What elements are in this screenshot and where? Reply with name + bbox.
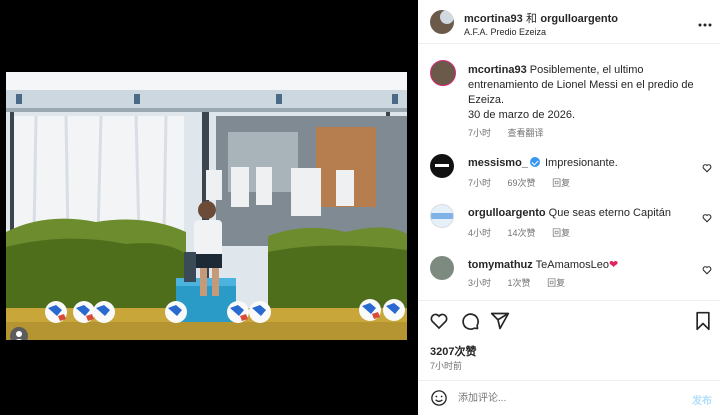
comment-username[interactable]: orgulloargento: [468, 207, 546, 219]
comment-likes[interactable]: 69次赞: [508, 178, 536, 188]
comment-text-wrap: tomymathuz TeAmamosLeo❤: [468, 258, 618, 273]
reply-link[interactable]: 回复: [552, 178, 570, 188]
comment-item: orgulloargento Que seas eterno Capitán 4…: [418, 200, 720, 240]
heart-icon[interactable]: [429, 311, 449, 331]
header-names: mcortina93 和 orgulloargento: [464, 10, 618, 26]
post-details-panel: mcortina93 和 orgulloargento A.F.A. Predi…: [418, 0, 720, 415]
bookmark-icon[interactable]: [694, 311, 712, 331]
comment-text: TeAmamosLeo: [535, 259, 610, 271]
heart-icon[interactable]: [702, 264, 712, 275]
heart-icon[interactable]: [702, 162, 712, 173]
joiner-text: 和: [526, 13, 538, 25]
comment-time: 4小时: [468, 228, 492, 238]
action-bar: [418, 300, 720, 340]
comment-meta: 3小时 1次赞 回复: [468, 276, 579, 289]
share-icon[interactable]: [490, 311, 510, 331]
comment-username[interactable]: tomymathuz: [468, 259, 533, 271]
heart-icon[interactable]: [702, 212, 712, 223]
comment-meta: 4小时 14次赞 回复: [468, 226, 584, 239]
post-time: 7小时前: [430, 361, 463, 371]
author-avatar[interactable]: [430, 10, 454, 34]
comment-text-wrap: orgulloargento Que seas eterno Capitán: [468, 206, 671, 221]
post-header: mcortina93 和 orgulloargento A.F.A. Predi…: [418, 0, 720, 44]
comment-icon[interactable]: [460, 311, 480, 331]
comment-avatar[interactable]: [430, 154, 454, 178]
comment-item: tomymathuz TeAmamosLeo❤ 3小时 1次赞 回复: [418, 252, 720, 292]
caption-username[interactable]: mcortina93: [468, 64, 527, 76]
caption-date: 30 de marzo de 2026.: [468, 109, 576, 121]
comment-item: messismo_ Impresionante. 7小时 69次赞 回复: [418, 150, 720, 190]
more-icon[interactable]: [698, 16, 712, 27]
author-username[interactable]: mcortina93: [464, 13, 523, 25]
emoji-icon[interactable]: [430, 389, 448, 407]
comment-meta: 7小时 69次赞 回复: [468, 176, 584, 189]
likes-count[interactable]: 3207次赞: [430, 343, 476, 359]
caption-text-wrap: mcortina93 Posiblemente, el ultimo entre…: [468, 63, 708, 123]
caption-meta: 7小时 查看翻译: [468, 126, 558, 139]
post-photo[interactable]: [6, 72, 407, 340]
comment-likes[interactable]: 14次赞: [508, 228, 536, 238]
caption-avatar[interactable]: [430, 60, 456, 86]
caption-block: mcortina93 Posiblemente, el ultimo entre…: [418, 56, 720, 140]
comment-username[interactable]: messismo_: [468, 157, 528, 169]
reply-link[interactable]: 回复: [547, 278, 565, 288]
see-translation-link[interactable]: 查看翻译: [508, 128, 544, 138]
comment-time: 3小时: [468, 278, 492, 288]
training-scene-image: [6, 72, 407, 340]
comment-text: Que seas eterno Capitán: [548, 207, 671, 219]
post-comment-button[interactable]: 发布: [692, 392, 712, 407]
location-link[interactable]: A.F.A. Predio Ezeiza: [464, 27, 546, 37]
comment-text-wrap: messismo_ Impresionante.: [468, 156, 618, 171]
comment-avatar[interactable]: [430, 204, 454, 228]
comment-text: Impresionante.: [545, 157, 618, 169]
comment-likes[interactable]: 1次赞: [508, 278, 531, 288]
reply-link[interactable]: 回复: [552, 228, 570, 238]
comment-input[interactable]: [458, 390, 658, 406]
comment-time: 7小时: [468, 178, 492, 188]
verified-icon: [529, 157, 540, 167]
comment-composer: 发布: [418, 380, 720, 415]
caption-time: 7小时: [468, 128, 492, 138]
coauthor-username[interactable]: orgulloargento: [540, 13, 618, 25]
media-panel: [0, 0, 418, 415]
user-tag-icon[interactable]: [10, 327, 28, 340]
red-heart-emoji: ❤: [609, 259, 619, 271]
comment-avatar[interactable]: [430, 256, 454, 280]
